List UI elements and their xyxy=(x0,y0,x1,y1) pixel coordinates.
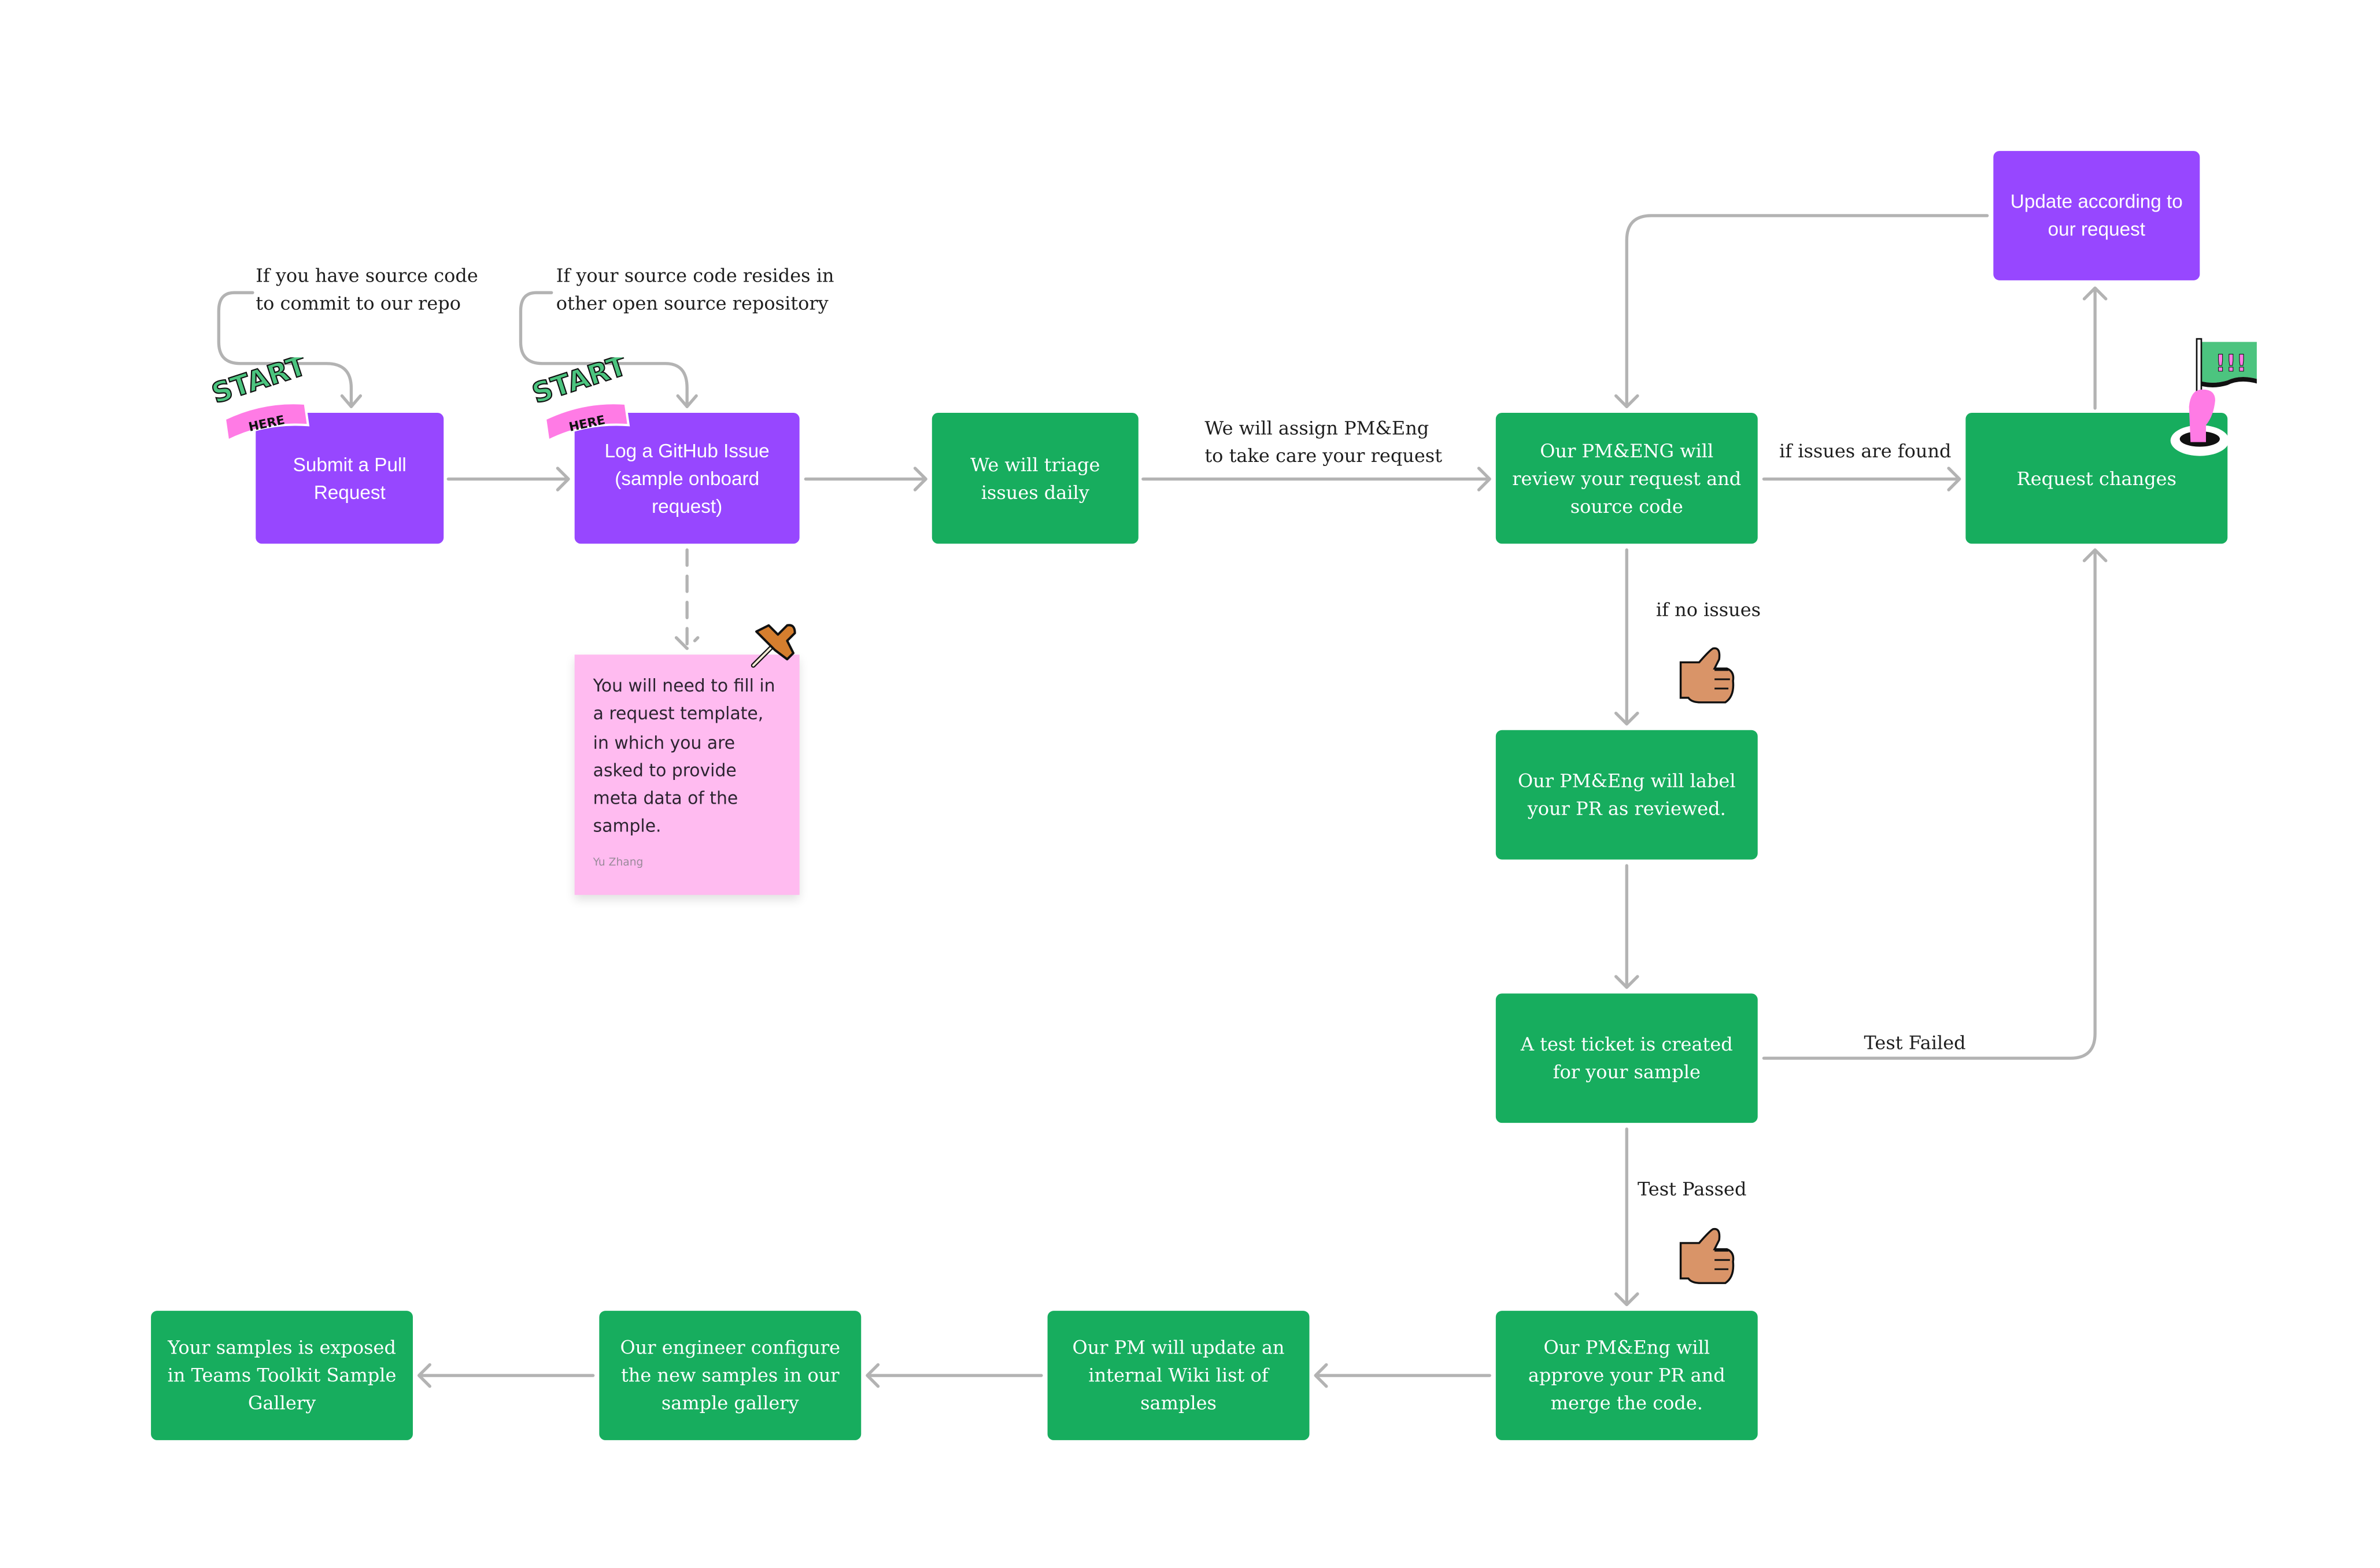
node-triage[interactable]: We will triage issues daily xyxy=(932,412,1139,544)
thumbs-up-icon xyxy=(1679,1227,1735,1284)
pushpin-icon xyxy=(751,624,796,668)
node-review[interactable]: Our PM&ENG will review your request and … xyxy=(1495,412,1758,544)
thumbs-up-icon xyxy=(1679,647,1735,704)
arrow-label-to-test xyxy=(1614,864,1639,989)
arrow-wiki-to-configure xyxy=(866,1363,1043,1388)
svg-text:!!!: !!! xyxy=(2215,350,2247,377)
sticky-note[interactable]: You will need to fill in a request templ… xyxy=(574,654,800,895)
node-wiki[interactable]: Our PM will update an internal Wiki list… xyxy=(1047,1311,1310,1440)
label-no-issues: if no issues xyxy=(1655,599,1761,621)
arrow-test-failed xyxy=(1762,548,2108,1060)
flowchart-canvas: If you have source code to commit to our… xyxy=(0,0,2380,1568)
arrow-review-to-changes xyxy=(1762,467,1961,491)
label-test-passed: Test Passed xyxy=(1637,1178,1747,1200)
arrow-changes-to-update xyxy=(2082,286,2108,410)
dashed-log-to-sticky xyxy=(674,548,700,650)
arrow-review-to-label xyxy=(1614,548,1639,726)
node-test-ticket[interactable]: A test ticket is created for your sample xyxy=(1495,993,1758,1123)
sticky-author: Yu Zhang xyxy=(593,856,644,868)
node-update[interactable]: Update according to our request xyxy=(1993,151,2200,280)
start-here-sticker: HERE START xyxy=(209,357,311,442)
node-label[interactable]: Our PM&Eng will label your PR as reviewe… xyxy=(1495,730,1758,860)
label-other-repo: If your source code resides in other ope… xyxy=(556,265,834,315)
arrow-configure-to-exposed xyxy=(417,1363,595,1388)
node-approve[interactable]: Our PM&Eng will approve your PR and merg… xyxy=(1495,1311,1758,1440)
label-assign: We will assign PM&Eng to take care your … xyxy=(1204,417,1443,467)
node-configure[interactable]: Our engineer configure the new samples i… xyxy=(599,1311,862,1440)
arrow-approve-to-wiki xyxy=(1314,1363,1491,1388)
arrow-update-to-review xyxy=(1614,214,1989,408)
arrow-triage-to-review xyxy=(1141,467,1491,491)
arrow-test-to-approve xyxy=(1614,1127,1639,1307)
label-test-failed: Test Failed xyxy=(1864,1031,1966,1054)
label-issues-found: if issues are found xyxy=(1779,440,1952,463)
arrow-submit-to-log xyxy=(446,467,570,491)
label-source-code: If you have source code to commit to our… xyxy=(256,265,478,315)
node-exposed[interactable]: Your samples is exposed in Teams Toolkit… xyxy=(151,1311,413,1440)
arrow-log-to-triage xyxy=(804,467,927,491)
sticky-text: You will need to fill in a request templ… xyxy=(593,676,775,837)
hand-flag-icon: !!! xyxy=(2170,338,2257,456)
start-here-sticker: HERE START xyxy=(530,357,631,442)
